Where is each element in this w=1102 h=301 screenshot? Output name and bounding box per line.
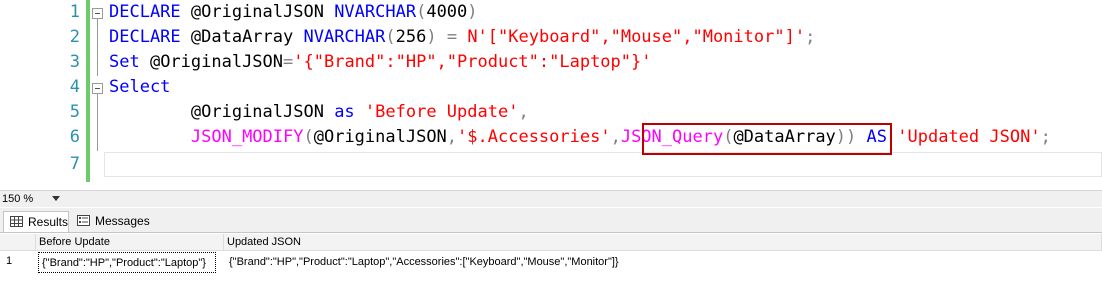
zoom-bar: 150 % — [0, 190, 1102, 207]
tab-label: Results — [28, 215, 69, 229]
operator: ( — [303, 127, 314, 147]
tab-label: Messages — [95, 214, 150, 228]
string-literal: '{"Brand":"HP","Product":"Laptop"}' — [293, 52, 652, 72]
line-number: 6 — [69, 127, 80, 147]
operator: , — [610, 127, 621, 147]
line-number-gutter: 1 2 3 4 5 6 7 — [0, 0, 84, 188]
function: JSON_MODIFY — [190, 127, 304, 147]
zoom-level[interactable]: 150 % — [2, 191, 33, 207]
code-line-5[interactable]: @OriginalJSON as 'Before Update', — [109, 100, 529, 125]
tab-messages[interactable]: Messages — [71, 211, 153, 232]
line-number: 5 — [69, 102, 80, 122]
grid-icon — [10, 216, 23, 227]
messages-icon — [77, 215, 90, 226]
highlight-box — [642, 123, 892, 155]
variable: @OriginalJSON — [313, 127, 447, 147]
operator: = — [436, 27, 468, 47]
keyword: DECLARE — [109, 27, 181, 47]
operator: ( — [385, 27, 396, 47]
grid-cell[interactable]: {"Brand":"HP","Product":"Laptop","Access… — [226, 252, 1096, 273]
string-literal: '$.Accessories' — [457, 127, 611, 147]
tab-results[interactable]: Results — [3, 211, 69, 232]
operator: ; — [1040, 127, 1051, 147]
results-grid[interactable]: Before Update Updated JSON 1 {"Brand":"H… — [0, 232, 1102, 301]
code-line-4[interactable]: Select — [109, 75, 170, 100]
line-number: 4 — [69, 77, 80, 97]
operator: = — [283, 52, 294, 72]
keyword: DECLARE — [109, 2, 181, 22]
operator: ( — [416, 2, 427, 22]
variable: @OriginalJSON — [190, 102, 335, 122]
keyword: Set — [109, 52, 140, 72]
number: 256 — [395, 27, 427, 47]
string-literal: 'Before Update' — [364, 102, 519, 122]
column-header[interactable]: Updated JSON — [224, 234, 1102, 251]
grid-cell[interactable]: {"Brand":"HP","Product":"Laptop"} — [38, 252, 216, 273]
query-editor[interactable]: 1 2 3 4 5 6 7 DECLARE @OriginalJSON NVAR… — [0, 0, 1102, 188]
operator: ; — [805, 27, 816, 47]
row-number[interactable]: 1 — [0, 251, 36, 272]
keyword: Select — [109, 77, 171, 97]
variable: @OriginalJSON — [139, 52, 284, 72]
horizontal-scrollbar[interactable] — [72, 193, 1098, 205]
line-number: 7 — [69, 154, 80, 174]
variable: @OriginalJSON — [180, 2, 335, 22]
line-number: 3 — [69, 52, 80, 72]
code-line-1[interactable]: DECLARE @OriginalJSON NVARCHAR(4000) — [109, 0, 478, 25]
variable: @DataArray — [180, 27, 304, 47]
line-number: 1 — [69, 2, 80, 22]
code-line-2[interactable]: DECLARE @DataArray NVARCHAR(256) = N'["K… — [109, 25, 815, 50]
keyword: as — [334, 102, 355, 122]
column-header[interactable]: Before Update — [36, 234, 224, 251]
keyword: NVARCHAR — [334, 2, 417, 22]
operator: ) — [467, 2, 478, 22]
code-line-3[interactable]: Set @OriginalJSON='{"Brand":"HP","Produc… — [109, 50, 652, 75]
chevron-down-icon[interactable] — [52, 196, 60, 201]
operator: , — [446, 127, 458, 147]
row-header-corner — [0, 234, 36, 251]
code-line-6[interactable]: JSON_MODIFY(@OriginalJSON,'$.Accessories… — [109, 125, 1051, 150]
current-line-indicator — [104, 152, 1102, 177]
fold-guide — [97, 18, 98, 76]
results-tab-strip: Results Messages — [0, 208, 1102, 232]
number: 4000 — [426, 2, 468, 22]
string-literal: 'Updated JSON' — [897, 127, 1041, 147]
operator: ) — [426, 27, 437, 47]
string-literal: N'["Keyboard","Mouse","Monitor"]' — [467, 27, 806, 47]
operator: , — [518, 102, 529, 122]
fold-guide — [97, 93, 98, 151]
line-number: 2 — [69, 27, 80, 47]
change-tracking-bar — [86, 0, 90, 182]
keyword: NVARCHAR — [303, 27, 386, 47]
